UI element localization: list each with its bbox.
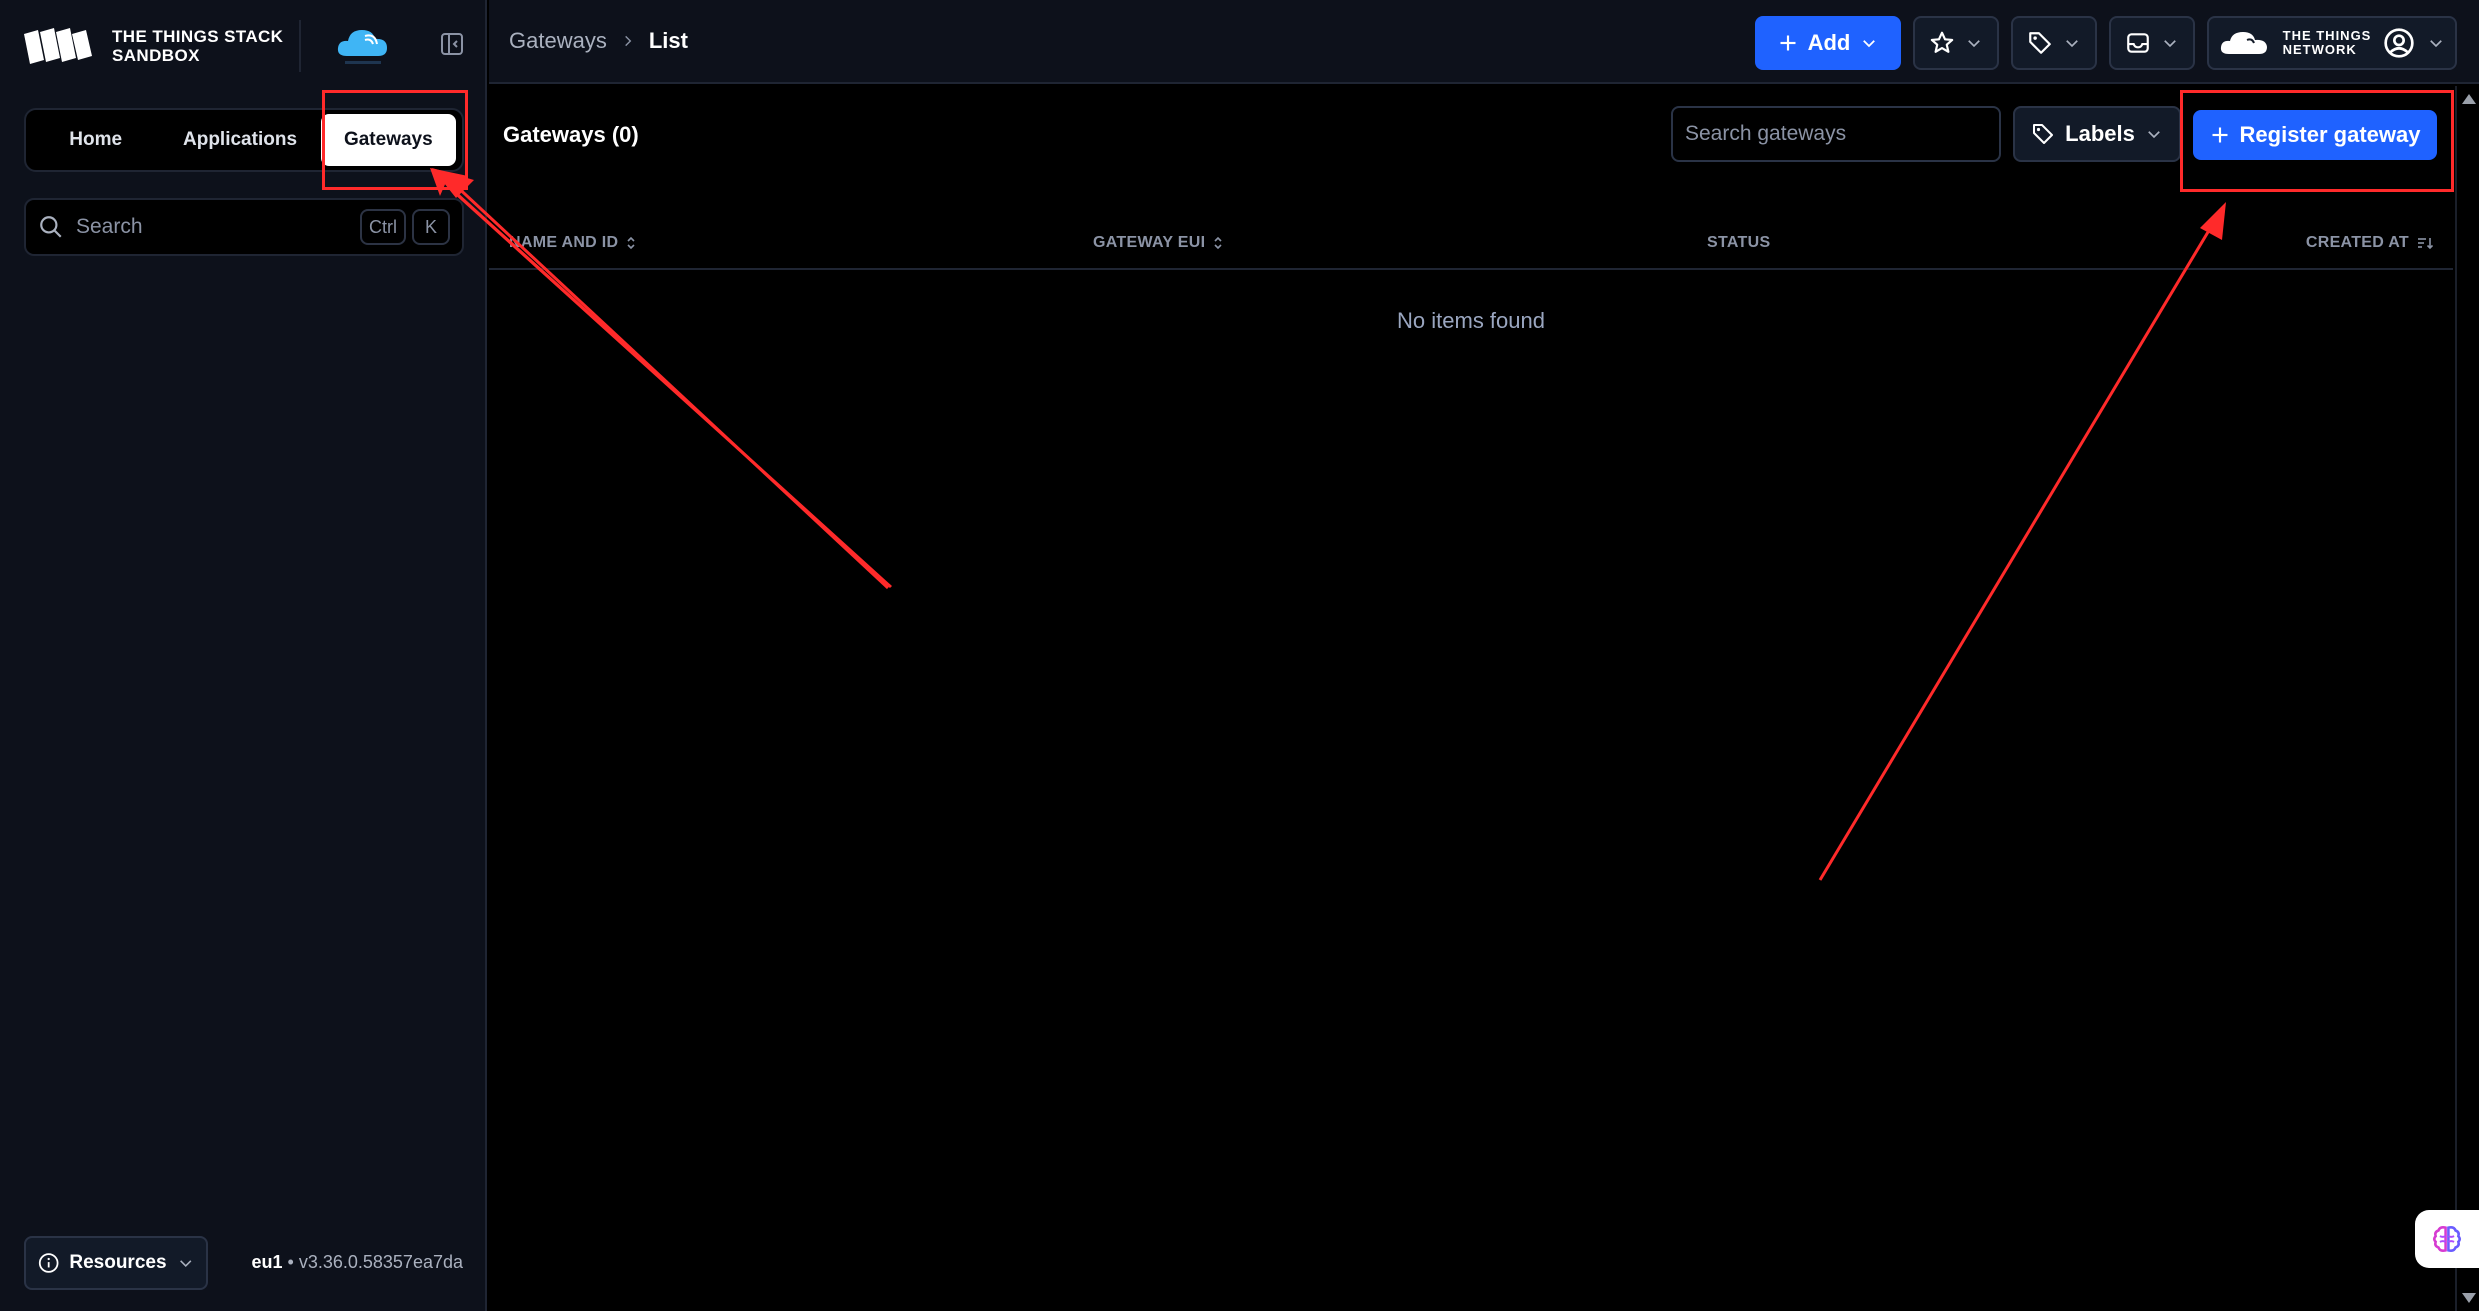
add-button[interactable]: Add [1755,16,1901,70]
breadcrumb-gateways[interactable]: Gateways [509,28,607,54]
breadcrumb: Gateways List [509,28,688,54]
gateway-search-input[interactable]: Search gateways [1671,106,2001,162]
cloud-logo-icon [337,30,387,64]
tag-icon [2029,32,2051,54]
app-root: THE THINGS STACK SANDBOX Home Applicatio… [0,0,2479,1311]
nav-tab-home[interactable]: Home [32,114,159,166]
empty-state-message: No items found [1397,308,1545,333]
profile-menu-button[interactable]: THE THINGS NETWORK [2207,16,2457,70]
sort-icon [627,236,635,250]
top-bar: Gateways List Add THE THINGS NETWORK [489,0,2479,84]
column-created-at[interactable]: CREATED AT [2306,234,2433,252]
top-actions: Add THE THINGS NETWORK [1755,16,2457,70]
chevron-down-icon [179,1260,191,1268]
brand-logo[interactable]: THE THINGS STACK SANDBOX [22,24,283,68]
ttn-line-1: THE THINGS [2282,28,2372,43]
sidebar-search-placeholder: Search [76,215,143,238]
bookmarks-button[interactable] [1913,16,1999,70]
gateways-table-header: NAME AND ID GATEWAY EUI STATUS CREATED A… [489,216,2453,270]
user-avatar-icon [2384,28,2415,58]
chevron-down-icon [1968,40,1980,48]
brand-name: THE THINGS STACK SANDBOX [112,27,283,65]
version-info: eu1 • v3.36.0.58357ea7da [251,1252,463,1273]
star-icon [1930,31,1954,53]
column-gateway-eui[interactable]: GATEWAY EUI [1093,234,1223,252]
plus-icon [1780,35,1796,51]
chevron-down-icon [2066,40,2078,48]
sidebar: THE THINGS STACK SANDBOX Home Applicatio… [0,0,487,1311]
annotation-box-register-gateway [2180,90,2454,192]
resources-button[interactable]: Resources [24,1236,208,1290]
ttn-wordmark: THE THINGS NETWORK [2283,29,2372,57]
column-status-label: STATUS [1707,234,1771,251]
brain-icon [2432,1226,2462,1252]
brand-line-2: SANDBOX [112,46,200,65]
brand-line-1: THE THINGS STACK [112,27,284,46]
sidebar-search[interactable]: Search Ctrl K [24,198,464,256]
page-title: Gateways (0) [503,122,639,147]
page-scrollbar[interactable] [2455,86,2479,1311]
labels-filter-button[interactable]: Labels [2013,106,2181,162]
things-stack-logo-icon [24,28,92,64]
search-icon [40,216,62,238]
tag-icon [2033,124,2054,144]
assistant-widget-button[interactable] [2415,1210,2479,1268]
inbox-button[interactable] [2109,16,2195,70]
scroll-up-arrow-icon[interactable] [2462,94,2476,104]
column-status: STATUS [1707,234,1770,252]
breadcrumb-list: List [648,28,688,53]
column-name-and-id-label: NAME AND ID [509,234,619,251]
shortcut-k-key: K [412,209,450,245]
add-label: Add [1807,30,1851,55]
brand-divider [299,20,301,72]
column-gateway-eui-label: GATEWAY EUI [1093,234,1206,251]
chevron-down-icon [2430,40,2443,48]
build-version: v3.36.0.58357ea7da [298,1252,463,1272]
nav-tab-applications[interactable]: Applications [165,114,314,166]
collapse-sidebar-icon[interactable] [440,32,464,56]
chevron-right-icon [624,35,632,47]
sort-descending-icon [2418,238,2433,250]
info-icon [38,1253,59,1273]
sort-icon [1214,236,1222,250]
version-separator: • [287,1252,294,1272]
ttn-line-2: NETWORK [2282,42,2357,57]
scroll-down-arrow-icon[interactable] [2462,1293,2476,1303]
ttn-cloud-logo-icon [2220,32,2267,54]
column-created-at-label: CREATED AT [2305,234,2409,251]
resources-label: Resources [69,1252,167,1273]
cluster-name: eu1 [251,1252,283,1272]
annotation-box-gateways-tab [322,90,468,190]
labels-label: Labels [2065,121,2135,146]
tags-button[interactable] [2011,16,2097,70]
main-content: Gateways (0) Search gateways Labels Regi… [489,86,2453,1311]
chevron-down-icon [2164,40,2176,48]
shortcut-ctrl-key: Ctrl [360,209,406,245]
inbox-icon [2127,33,2149,53]
column-name-and-id[interactable]: NAME AND ID [509,234,636,252]
chevron-down-icon [2148,131,2160,139]
chevron-down-icon [1863,40,1876,48]
